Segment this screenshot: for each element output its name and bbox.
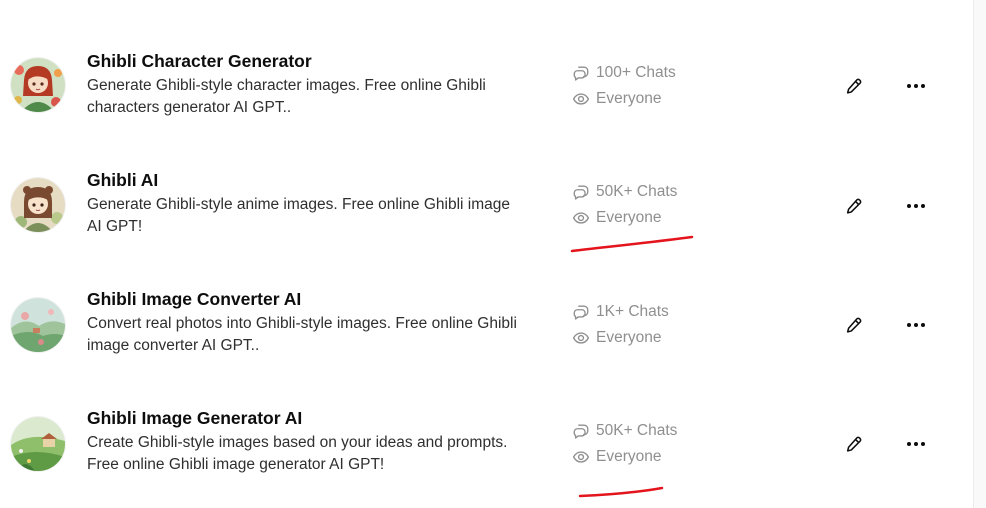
more-options-button[interactable] <box>900 309 932 341</box>
gpt-stats: 1K+ Chats Everyone <box>572 299 669 351</box>
more-horizontal-icon <box>906 203 926 209</box>
more-options-button[interactable] <box>900 190 932 222</box>
gpt-row[interactable]: Ghibli Image Generator AI Create Ghibli-… <box>0 397 974 497</box>
gpt-title[interactable]: Ghibli Character Generator <box>87 51 312 72</box>
chat-bubbles-icon <box>572 183 590 201</box>
gpt-row[interactable]: Ghibli Character Generator Generate Ghib… <box>0 40 974 140</box>
chat-count: 50K+ Chats <box>596 422 678 439</box>
eye-icon <box>572 90 590 108</box>
chat-bubbles-icon <box>572 422 590 440</box>
anime-girl-red-hair-avatar-icon <box>11 58 65 112</box>
visibility-label: Everyone <box>596 209 662 226</box>
chat-count: 50K+ Chats <box>596 183 678 200</box>
pencil-icon <box>845 197 863 215</box>
gpt-list: Ghibli Character Generator Generate Ghib… <box>0 0 974 508</box>
gpt-row[interactable]: Ghibli Image Converter AI Convert real p… <box>0 278 974 378</box>
gpt-title[interactable]: Ghibli Image Converter AI <box>87 289 301 310</box>
more-options-button[interactable] <box>900 428 932 460</box>
visibility-label: Everyone <box>596 90 662 107</box>
edit-button[interactable] <box>838 428 870 460</box>
sidebar-edge <box>973 0 986 508</box>
gpt-stats: 100+ Chats Everyone <box>572 60 676 112</box>
gpt-description: Convert real photos into Ghibli-style im… <box>87 315 517 354</box>
pencil-icon <box>845 77 863 95</box>
more-horizontal-icon <box>906 441 926 447</box>
gpt-stats: 50K+ Chats Everyone <box>572 179 677 231</box>
pencil-icon <box>845 316 863 334</box>
edit-button[interactable] <box>838 309 870 341</box>
chat-count: 1K+ Chats <box>596 303 669 320</box>
more-horizontal-icon <box>906 83 926 89</box>
landscape-hills-avatar-icon <box>11 298 65 352</box>
gpt-stats: 50K+ Chats Everyone <box>572 418 677 470</box>
chat-count: 100+ Chats <box>596 64 676 81</box>
more-horizontal-icon <box>906 322 926 328</box>
pencil-icon <box>845 435 863 453</box>
gpt-title[interactable]: Ghibli Image Generator AI <box>87 408 302 429</box>
edit-button[interactable] <box>838 70 870 102</box>
anime-girl-brown-hair-avatar-icon <box>11 178 65 232</box>
gpt-title[interactable]: Ghibli AI <box>87 170 158 191</box>
edit-button[interactable] <box>838 190 870 222</box>
chat-bubbles-icon <box>572 303 590 321</box>
meadow-house-avatar-icon <box>11 417 65 471</box>
eye-icon <box>572 448 590 466</box>
gpt-row[interactable]: Ghibli AI Generate Ghibli-style anime im… <box>0 159 974 259</box>
eye-icon <box>572 329 590 347</box>
chat-bubbles-icon <box>572 64 590 82</box>
gpt-description: Generate Ghibli-style anime images. Free… <box>87 196 511 235</box>
visibility-label: Everyone <box>596 329 662 346</box>
more-options-button[interactable] <box>900 70 932 102</box>
eye-icon <box>572 209 590 227</box>
gpt-description: Create Ghibli-style images based on your… <box>87 434 508 473</box>
visibility-label: Everyone <box>596 448 662 465</box>
gpt-description: Generate Ghibli-style character images. … <box>87 77 486 116</box>
